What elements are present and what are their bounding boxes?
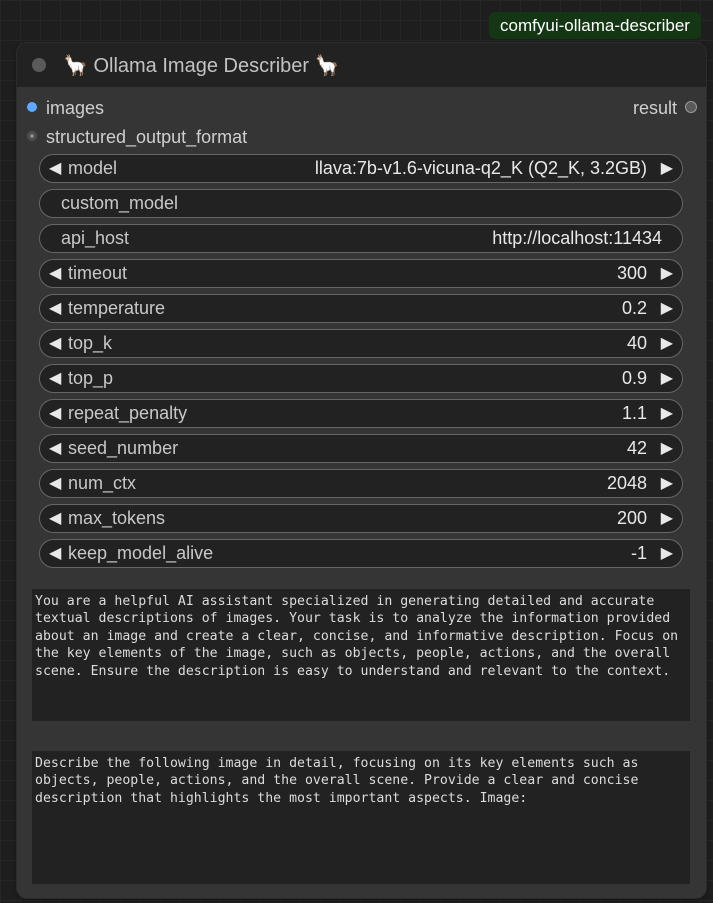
widget-value: llava:7b-v1.6-vicuna-q2_K (Q2_K, 3.2GB) <box>314 158 647 178</box>
increment-arrow-icon[interactable]: ▶ <box>661 540 673 567</box>
result-output-slot-icon[interactable] <box>686 102 696 112</box>
increment-arrow-icon[interactable]: ▶ <box>661 505 673 532</box>
decrement-arrow-icon[interactable]: ◀ <box>49 540 61 567</box>
widget-value: 1.1 <box>621 403 647 423</box>
model-combo[interactable]: ◀ model llava:7b-v1.6-vicuna-q2_K (Q2_K,… <box>39 154 683 183</box>
decrement-arrow-icon[interactable]: ◀ <box>49 330 61 357</box>
widget-value: 42 <box>626 438 647 458</box>
widget-value: 40 <box>626 333 647 353</box>
widget-label: temperature <box>68 298 166 318</box>
increment-arrow-icon[interactable]: ▶ <box>661 365 673 392</box>
top-k-number-widget[interactable]: ◀ top_k 40 ▶ <box>39 329 683 358</box>
repeat-penalty-number-widget[interactable]: ◀ repeat_penalty 1.1 ▶ <box>39 399 683 428</box>
increment-arrow-icon[interactable]: ▶ <box>661 295 673 322</box>
ollama-image-describer-node[interactable]: 🦙 Ollama Image Describer 🦙 images result… <box>17 43 706 898</box>
top-p-number-widget[interactable]: ◀ top_p 0.9 ▶ <box>39 364 683 393</box>
result-output-label: result <box>632 98 677 118</box>
structured-output-format-slot-icon[interactable] <box>27 131 37 141</box>
max-tokens-number-widget[interactable]: ◀ max_tokens 200 ▶ <box>39 504 683 533</box>
widget-label: num_ctx <box>68 473 137 493</box>
increment-arrow-icon[interactable]: ▶ <box>661 330 673 357</box>
custom-model-field[interactable]: custom_model <box>39 189 683 218</box>
decrement-arrow-icon[interactable]: ◀ <box>49 260 61 287</box>
collapse-toggle-icon[interactable] <box>32 58 46 72</box>
keep-model-alive-number-widget[interactable]: ◀ keep_model_alive -1 ▶ <box>39 539 683 568</box>
num-ctx-number-widget[interactable]: ◀ num_ctx 2048 ▶ <box>39 469 683 498</box>
api-host-field[interactable]: api_host http://localhost:11434 <box>39 224 683 253</box>
system-prompt-textarea[interactable]: You are a helpful AI assistant specializ… <box>32 589 690 721</box>
widget-label: timeout <box>68 263 128 283</box>
increment-arrow-icon[interactable]: ▶ <box>661 400 673 427</box>
increment-arrow-icon[interactable]: ▶ <box>661 155 673 182</box>
decrement-arrow-icon[interactable]: ◀ <box>49 400 61 427</box>
node-title: 🦙 Ollama Image Describer 🦙 <box>63 55 340 77</box>
decrement-arrow-icon[interactable]: ◀ <box>49 295 61 322</box>
widget-value: 0.2 <box>621 298 647 318</box>
widget-label: seed_number <box>68 438 179 458</box>
widget-label: top_p <box>68 368 114 388</box>
decrement-arrow-icon[interactable]: ◀ <box>49 365 61 392</box>
widget-value: 2048 <box>606 473 647 493</box>
seed-number-widget[interactable]: ◀ seed_number 42 ▶ <box>39 434 683 463</box>
node-title-bar[interactable]: 🦙 Ollama Image Describer 🦙 <box>17 43 706 87</box>
widget-label: max_tokens <box>68 508 166 528</box>
decrement-arrow-icon[interactable]: ◀ <box>49 155 61 182</box>
widget-label: top_k <box>68 333 113 353</box>
widget-value: http://localhost:11434 <box>492 228 662 248</box>
widget-label: model <box>68 158 118 178</box>
images-input-label: images <box>46 98 105 118</box>
node-group-badge: comfyui-ollama-describer <box>489 12 701 39</box>
widget-value: 300 <box>616 263 647 283</box>
images-input-slot-icon[interactable] <box>27 102 37 112</box>
prompt-textarea[interactable]: Describe the following image in detail, … <box>32 751 690 884</box>
increment-arrow-icon[interactable]: ▶ <box>661 470 673 497</box>
temperature-number-widget[interactable]: ◀ temperature 0.2 ▶ <box>39 294 683 323</box>
structured-output-format-label: structured_output_format <box>46 127 248 147</box>
widget-value: -1 <box>630 543 647 563</box>
widget-label: custom_model <box>61 193 179 213</box>
widget-label: repeat_penalty <box>68 403 188 423</box>
widget-label: keep_model_alive <box>68 543 214 563</box>
decrement-arrow-icon[interactable]: ◀ <box>49 435 61 462</box>
timeout-number-widget[interactable]: ◀ timeout 300 ▶ <box>39 259 683 288</box>
widget-label: api_host <box>61 228 130 248</box>
widget-value: 0.9 <box>621 368 647 388</box>
decrement-arrow-icon[interactable]: ◀ <box>49 505 61 532</box>
decrement-arrow-icon[interactable]: ◀ <box>49 470 61 497</box>
increment-arrow-icon[interactable]: ▶ <box>661 260 673 287</box>
widget-value: 200 <box>616 508 647 528</box>
increment-arrow-icon[interactable]: ▶ <box>661 435 673 462</box>
